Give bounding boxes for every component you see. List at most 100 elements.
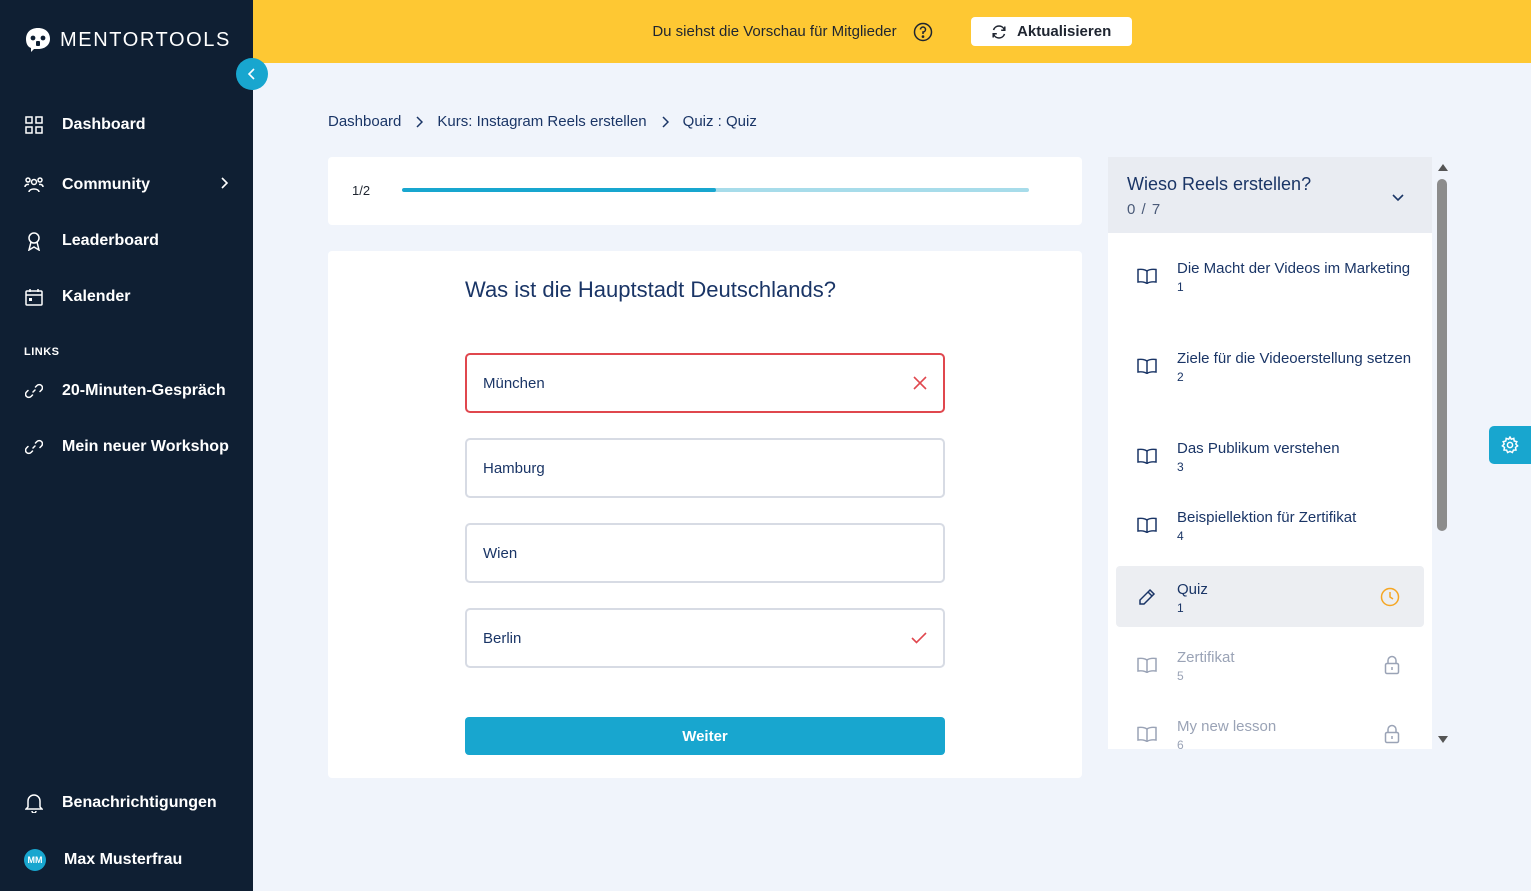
lesson-title: Zertifikat: [1177, 649, 1235, 666]
lesson-title: Das Publikum verstehen: [1177, 440, 1340, 457]
user-name: Max Musterfrau: [64, 851, 183, 868]
book-icon: [1134, 726, 1160, 742]
lesson-item-active[interactable]: Quiz 1: [1116, 566, 1424, 627]
grid-icon: [24, 115, 44, 135]
lesson-title: Ziele für die Videoerstellung setzen: [1177, 350, 1412, 367]
sidebar-item-label: Kalender: [62, 288, 131, 305]
scrollbar-thumb[interactable]: [1437, 179, 1447, 531]
lesson-item[interactable]: Das Publikum verstehen 3: [1116, 438, 1424, 474]
lock-icon: [1384, 724, 1400, 744]
answer-label: Hamburg: [483, 459, 545, 477]
chapter-scrollbar[interactable]: [1434, 157, 1451, 749]
lesson-number: 6: [1177, 738, 1184, 749]
lesson-number: 5: [1177, 669, 1184, 683]
lesson-number: 2: [1177, 370, 1184, 384]
settings-button[interactable]: [1489, 426, 1531, 464]
answer-option[interactable]: Wien: [465, 523, 945, 583]
breadcrumb-dashboard[interactable]: Dashboard: [328, 113, 401, 130]
pencil-icon: [1134, 588, 1160, 606]
chevron-right-icon: [662, 115, 669, 128]
mentortools-logo-icon: [26, 28, 50, 52]
gear-icon: [1501, 436, 1519, 454]
lesson-title: Beispiellektion für Zertifikat: [1177, 509, 1357, 526]
lesson-item[interactable]: Beispiellektion für Zertifikat 4: [1116, 507, 1424, 543]
banner-text: Du siehst die Vorschau für Mitglieder: [652, 23, 897, 40]
sidebar-item-label: Dashboard: [62, 116, 146, 133]
lesson-item[interactable]: Die Macht der Videos im Marketing 1: [1116, 258, 1424, 294]
collapse-sidebar-button[interactable]: [236, 58, 268, 90]
sidebar-item-notifications[interactable]: Benachrichtigungen: [24, 793, 229, 813]
lesson-number: 4: [1177, 529, 1184, 543]
chevron-down-icon: [1392, 189, 1404, 207]
sidebar-link-20-minuten-gespraech[interactable]: 20-Minuten-Gespräch: [24, 381, 229, 401]
quiz-progress-card: 1/2: [328, 157, 1082, 225]
refresh-icon: [992, 24, 1006, 39]
refresh-button[interactable]: Aktualisieren: [970, 17, 1132, 46]
logo-text: MENTORTOOLS: [60, 28, 231, 51]
lesson-item-locked[interactable]: My new lesson 6: [1116, 716, 1424, 749]
next-button[interactable]: Weiter: [465, 717, 945, 755]
chevron-left-icon: [247, 68, 255, 80]
answer-label: Berlin: [483, 629, 522, 647]
sidebar-link-mein-neuer-workshop[interactable]: Mein neuer Workshop: [24, 437, 229, 457]
bell-icon: [24, 793, 44, 813]
lesson-title: Die Macht der Videos im Marketing: [1177, 260, 1411, 277]
people-icon: [24, 175, 44, 195]
sidebar-item-dashboard[interactable]: Dashboard: [24, 115, 229, 135]
lesson-item[interactable]: Ziele für die Videoerstellung setzen 2: [1116, 348, 1424, 384]
calendar-icon: [24, 287, 44, 307]
link-icon: [24, 381, 44, 401]
chapter-panel: Wieso Reels erstellen? 0 / 7 Die Macht d…: [1108, 157, 1432, 749]
answer-label: Wien: [483, 544, 518, 562]
chevron-right-icon: [219, 176, 229, 194]
avatar: MM: [24, 849, 46, 871]
clock-icon: [1380, 587, 1400, 607]
chapter-title: Wieso Reels erstellen?: [1127, 174, 1312, 194]
progress-bar-fill: [402, 188, 716, 192]
chapter-count: 0 / 7: [1127, 201, 1162, 218]
logo[interactable]: MENTORTOOLS: [24, 27, 231, 53]
sidebar-item-label: Community: [62, 176, 150, 193]
quiz-question: Was ist die Hauptstadt Deutschlands?: [465, 277, 836, 302]
book-icon: [1134, 268, 1160, 284]
lesson-title: Quiz: [1177, 580, 1208, 598]
progress-bar: [402, 188, 1029, 192]
sidebar-item-community[interactable]: Community: [24, 175, 229, 195]
sidebar-item-label: Leaderboard: [62, 232, 159, 249]
answer-option[interactable]: Hamburg: [465, 438, 945, 498]
breadcrumb: Dashboard Kurs: Instagram Reels erstelle…: [328, 113, 757, 130]
links-section-label: LINKS: [24, 346, 60, 358]
book-icon: [1134, 657, 1160, 673]
book-icon: [1134, 448, 1160, 464]
answer-option[interactable]: Berlin: [465, 608, 945, 668]
lesson-item-locked[interactable]: Zertifikat 5: [1116, 647, 1424, 683]
sidebar-item-label: Mein neuer Workshop: [62, 438, 229, 455]
check-icon: [911, 632, 927, 644]
sidebar: MENTORTOOLS Dashboard Community Leaderbo…: [0, 0, 253, 891]
breadcrumb-course[interactable]: Kurs: Instagram Reels erstellen: [437, 113, 646, 130]
quiz-card: Was ist die Hauptstadt Deutschlands? Mün…: [328, 251, 1082, 778]
scroll-up-arrow-icon[interactable]: [1437, 163, 1449, 172]
scroll-down-arrow-icon[interactable]: [1437, 735, 1449, 744]
book-icon: [1134, 517, 1160, 533]
sidebar-item-kalender[interactable]: Kalender: [24, 287, 229, 307]
lesson-number: 1: [1177, 600, 1184, 615]
preview-banner: Du siehst die Vorschau für Mitglieder Ak…: [253, 0, 1531, 63]
link-icon: [24, 437, 44, 457]
help-icon[interactable]: [913, 22, 933, 42]
progress-label: 1/2: [352, 183, 371, 198]
lesson-number: 1: [1177, 280, 1184, 294]
award-icon: [24, 231, 44, 251]
chevron-right-icon: [416, 115, 424, 128]
sidebar-item-label: 20-Minuten-Gespräch: [62, 382, 226, 399]
chapter-header[interactable]: Wieso Reels erstellen? 0 / 7: [1108, 157, 1432, 233]
lock-icon: [1384, 655, 1400, 675]
answer-label: München: [483, 374, 545, 392]
lesson-title: My new lesson: [1177, 718, 1277, 735]
close-icon: [913, 376, 927, 390]
answer-option[interactable]: München: [465, 353, 945, 413]
sidebar-item-label: Benachrichtigungen: [62, 794, 217, 811]
breadcrumb-current: Quiz : Quiz: [682, 113, 757, 130]
sidebar-item-leaderboard[interactable]: Leaderboard: [24, 231, 229, 251]
sidebar-user[interactable]: MM Max Musterfrau: [24, 849, 229, 871]
